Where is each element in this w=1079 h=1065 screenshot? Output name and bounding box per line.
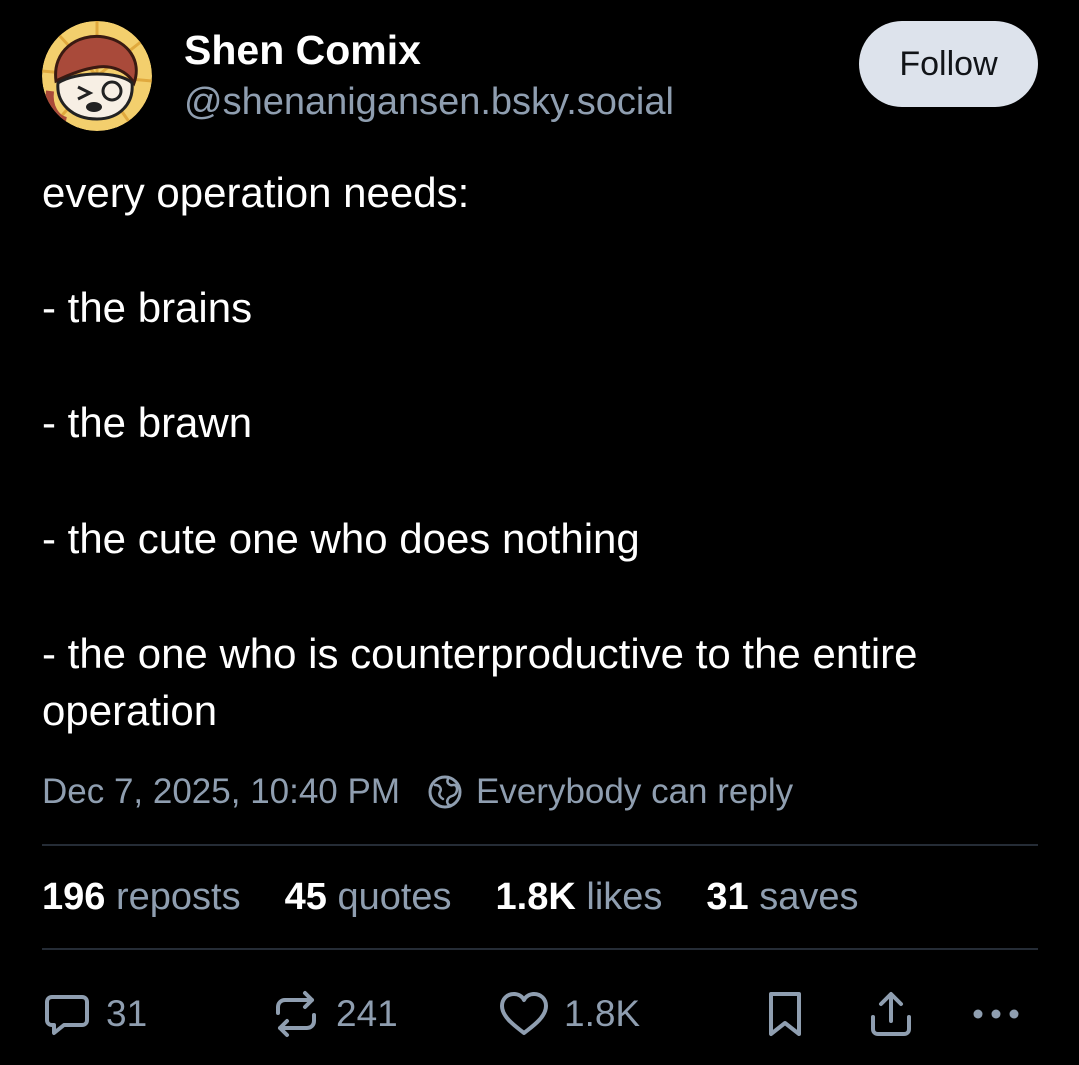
bookmark-button[interactable] [762, 987, 808, 1041]
like-icon [500, 992, 548, 1035]
author-handle[interactable]: @shenanigansen.bsky.social [184, 79, 674, 125]
reply-setting: Everybody can reply [476, 772, 794, 811]
divider-top [42, 844, 1038, 846]
stat-saves[interactable]: 31 saves [706, 876, 858, 919]
share-button[interactable] [867, 987, 915, 1041]
post-meta: Dec 7, 2025, 10:40 PM Everybody can repl… [42, 767, 793, 817]
engagement-stats: 196 reposts 45 quotes 1.8K likes 31 save… [42, 871, 903, 923]
reply-button[interactable]: 31 [42, 987, 147, 1041]
post-timestamp[interactable]: Dec 7, 2025, 10:40 PM [42, 772, 400, 812]
stat-reposts[interactable]: 196 reposts [42, 876, 241, 919]
avatar-illustration [42, 21, 152, 131]
like-count: 1.8K [564, 993, 641, 1034]
reply-count: 31 [106, 993, 148, 1034]
stat-likes[interactable]: 1.8K likes [496, 876, 663, 919]
follow-button[interactable]: Follow [859, 21, 1038, 107]
stat-quotes[interactable]: 45 quotes [285, 876, 452, 919]
more-icon [973, 1009, 1019, 1019]
more-options-button[interactable] [970, 987, 1022, 1041]
like-button[interactable]: 1.8K [498, 987, 640, 1041]
avatar[interactable] [42, 21, 152, 131]
repost-button[interactable]: 241 [270, 987, 398, 1041]
repost-icon [276, 991, 316, 1037]
globe-icon [426, 773, 464, 811]
post-text: every operation needs: - the brains - th… [42, 169, 918, 735]
repost-count: 241 [336, 993, 398, 1034]
share-icon [871, 992, 911, 1036]
divider-bottom [42, 948, 1038, 950]
author-name[interactable]: Shen Comix [184, 26, 421, 74]
reply-icon [45, 995, 89, 1035]
bookmark-icon [769, 992, 801, 1036]
